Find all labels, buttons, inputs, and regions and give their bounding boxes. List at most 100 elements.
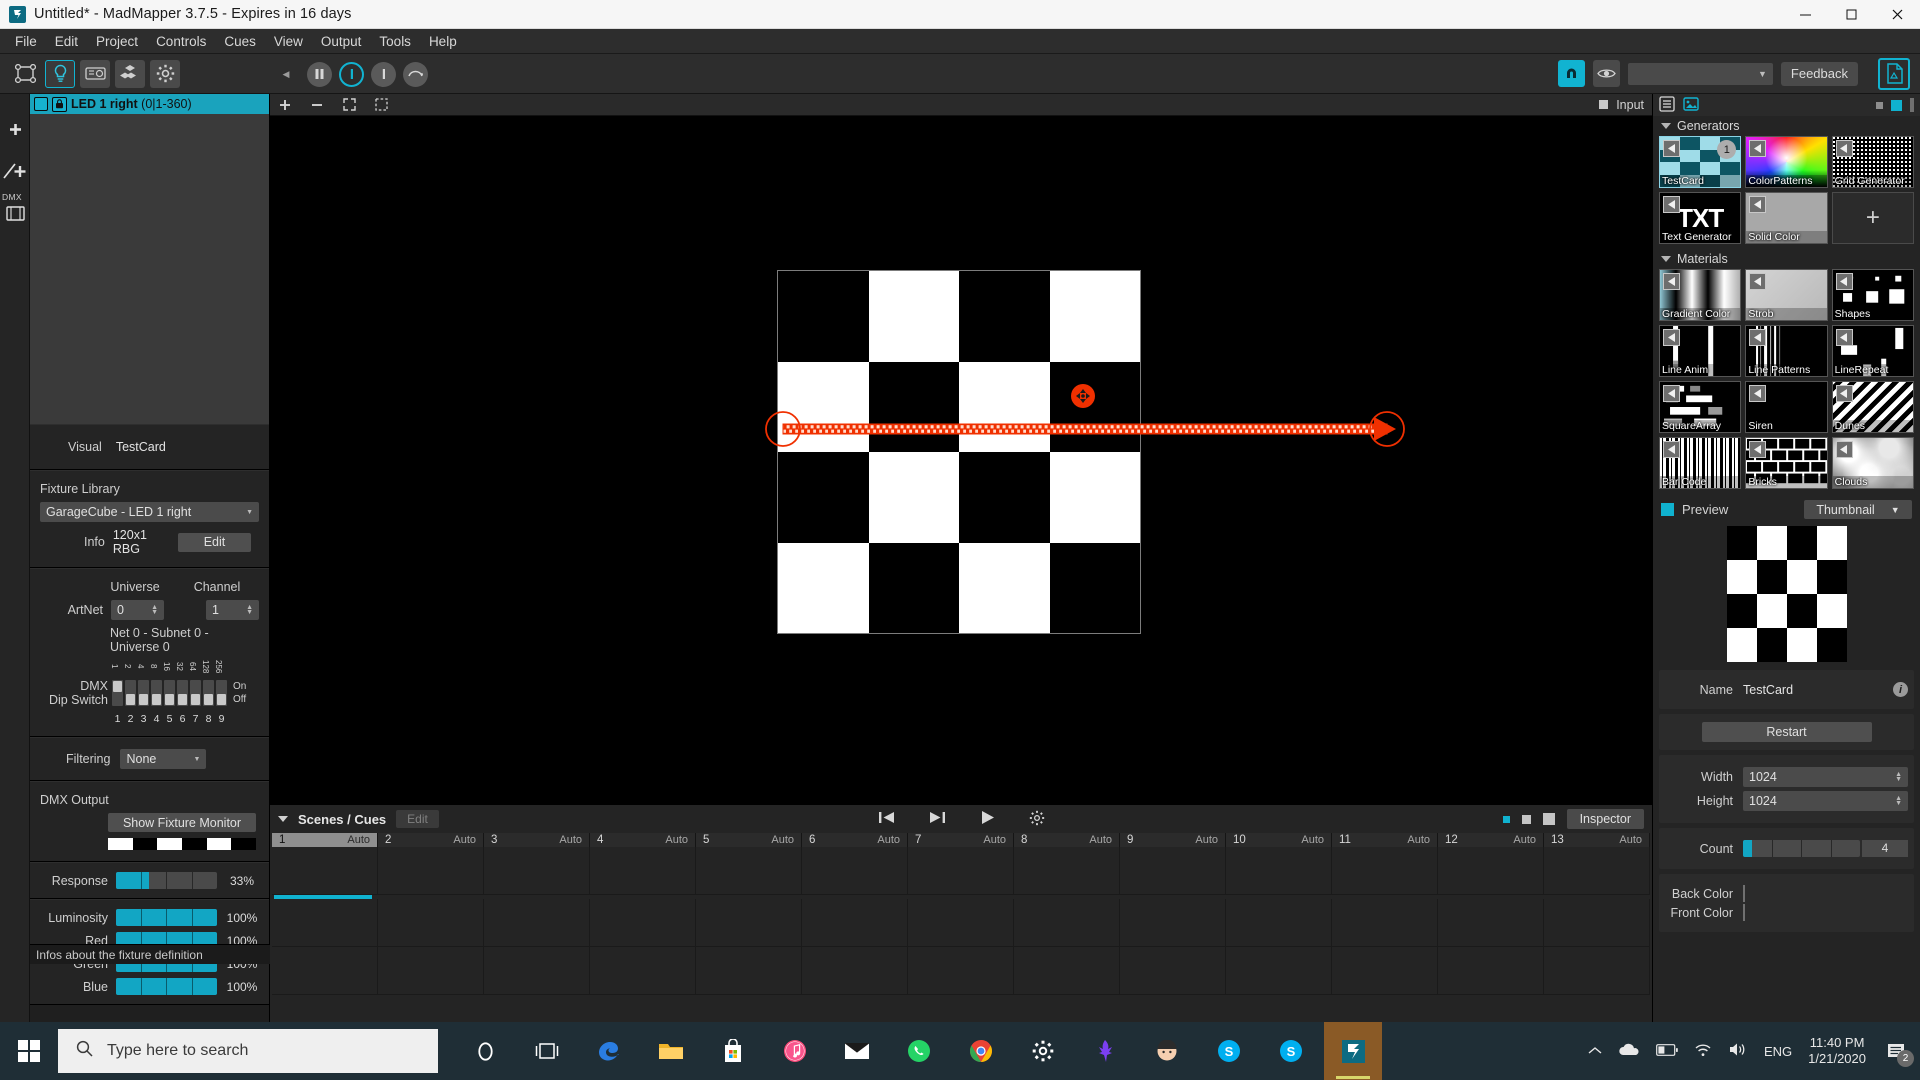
material-tile-bar-code[interactable]: Bar Code [1659,437,1742,489]
cue-grid-row[interactable] [272,899,1650,947]
magnet-icon[interactable] [1557,60,1585,87]
menu-item-view[interactable]: View [265,31,312,52]
task-view-icon[interactable] [518,1022,576,1080]
collapse-triangle-icon[interactable] [1661,256,1671,262]
file-explorer-icon[interactable] [642,1022,700,1080]
material-tile-bricks[interactable]: Bricks [1745,437,1828,489]
universe-input[interactable]: 0 ▲ ▼ [111,600,164,620]
response-slider[interactable] [116,872,217,890]
dip-switch-4[interactable] [151,680,162,707]
cue-cell-9[interactable]: 9 Auto [1120,833,1226,847]
material-tile-squarearray[interactable]: SquareArray [1659,381,1742,433]
menu-item-file[interactable]: File [6,31,46,52]
surfaces-icon[interactable] [10,60,40,88]
microsoft-store-icon[interactable] [704,1022,762,1080]
eye-icon[interactable] [1592,60,1620,87]
go-forward-icon[interactable] [929,810,946,828]
menu-item-edit[interactable]: Edit [46,31,87,52]
chevron-up-icon[interactable] [1588,1044,1602,1059]
menu-item-project[interactable]: Project [87,31,147,52]
left-arrow-icon[interactable] [1663,273,1680,290]
left-arrow-icon[interactable] [1663,385,1680,402]
mail-icon[interactable] [828,1022,886,1080]
left-arrow-icon[interactable] [1749,329,1767,346]
cue-cell-1[interactable]: 1 Auto [272,833,378,847]
bypass-icon[interactable] [339,61,364,87]
dip-switch-8[interactable] [203,680,214,707]
visual-value[interactable]: TestCard [116,440,166,454]
edit-fixture-button[interactable]: Edit [177,532,251,552]
left-arrow-icon[interactable] [1663,196,1680,213]
onedrive-icon[interactable] [1618,1043,1640,1060]
volume-icon[interactable] [1728,1042,1748,1060]
collapse-arrow-icon[interactable]: ◀ [278,66,294,82]
edge-icon[interactable] [580,1022,638,1080]
view-medium-icon[interactable] [1521,814,1531,824]
modules-icon[interactable] [115,59,145,88]
filtering-select[interactable]: None ▼ [120,749,207,770]
maximize-button[interactable] [1828,0,1874,29]
search-input[interactable]: Type here to search [58,1029,438,1073]
itunes-icon[interactable] [766,1022,824,1080]
material-tile-linerepeat[interactable]: LineRepeat [1831,325,1914,377]
thumbnail-view-icon[interactable] [1683,96,1699,115]
left-arrow-icon[interactable] [1749,196,1767,213]
material-tile-strob[interactable]: Strob [1745,269,1828,321]
luminosity-slider[interactable] [116,909,217,927]
wifi-icon[interactable] [1694,1043,1712,1060]
cue-cell-6[interactable]: 6 Auto [802,833,908,847]
cue-grid-row[interactable] [272,847,1650,895]
notifications-icon[interactable]: 2 [1882,1033,1914,1069]
material-tile-shapes[interactable]: Shapes [1831,269,1914,321]
preferences-icon[interactable] [150,59,180,88]
info-icon[interactable]: i [1893,682,1908,697]
dip-switch-7[interactable] [190,680,201,707]
material-tile-dunes[interactable]: Dunes [1831,381,1914,433]
skype-business-icon[interactable]: S [1262,1022,1320,1080]
cue-grid-row[interactable] [272,947,1650,995]
clock[interactable]: 11:40 PM 1/21/2020 [1808,1035,1866,1067]
show-fixture-monitor-button[interactable]: Show Fixture Monitor [108,813,256,833]
preview-toggle-icon[interactable] [1661,503,1674,516]
menu-item-tools[interactable]: Tools [370,31,420,52]
close-button[interactable] [1874,0,1920,29]
height-input[interactable]: 1024 ▲ ▼ [1743,791,1908,811]
left-arrow-icon[interactable] [1749,140,1767,157]
chrome-icon[interactable] [952,1022,1010,1080]
menu-item-cues[interactable]: Cues [215,31,265,52]
generators-header[interactable]: Generators [1653,116,1920,136]
dip-switch-6[interactable] [177,680,188,707]
left-arrow-icon[interactable] [1663,441,1680,458]
generator-tile-testcard[interactable]: 1 TestCard [1659,136,1742,188]
language-indicator[interactable]: ENG [1764,1044,1792,1059]
width-input[interactable]: 1024 ▲ ▼ [1743,767,1908,787]
stepper-icon[interactable]: ▲ ▼ [246,604,253,616]
add-line-fixture-icon[interactable] [0,150,30,192]
pause-icon[interactable] [307,61,332,87]
dip-switch-bank[interactable] [112,680,227,707]
go-back-icon[interactable] [878,810,895,828]
list-view-icon[interactable] [1659,95,1675,115]
fixture-library-select[interactable]: GarageCube - LED 1 right ▼ [40,502,259,522]
inspector-button[interactable]: Inspector [1566,809,1644,829]
madmapper-icon[interactable] [1324,1022,1382,1080]
cue-grid[interactable] [272,847,1650,995]
name-value[interactable]: TestCard [1743,683,1893,697]
menu-item-output[interactable]: Output [312,31,371,52]
cue-cell-5[interactable]: 5 Auto [696,833,802,847]
preview-mode-select[interactable]: Thumbnail ▼ [1804,500,1912,519]
stepper-icon[interactable]: ▲ ▼ [151,604,158,616]
dip-switch-3[interactable] [138,680,149,707]
cue-cell-3[interactable]: 3 Auto [484,833,590,847]
dip-switch-1[interactable] [112,680,123,707]
material-tile-gradient-color[interactable]: Gradient Color [1659,269,1742,321]
cue-cell-10[interactable]: 10 Auto [1226,833,1332,847]
cue-cell-12[interactable]: 12 Auto [1438,833,1544,847]
generator-add-button[interactable]: + [1831,192,1914,244]
cue-cell-2[interactable]: 2 Auto [378,833,484,847]
materials-header[interactable]: Materials [1653,249,1920,269]
cortana-icon[interactable] [456,1022,514,1080]
count-value[interactable]: 4 [1862,840,1908,857]
cues-edit-button[interactable]: Edit [396,810,439,828]
menu-item-help[interactable]: Help [420,31,466,52]
